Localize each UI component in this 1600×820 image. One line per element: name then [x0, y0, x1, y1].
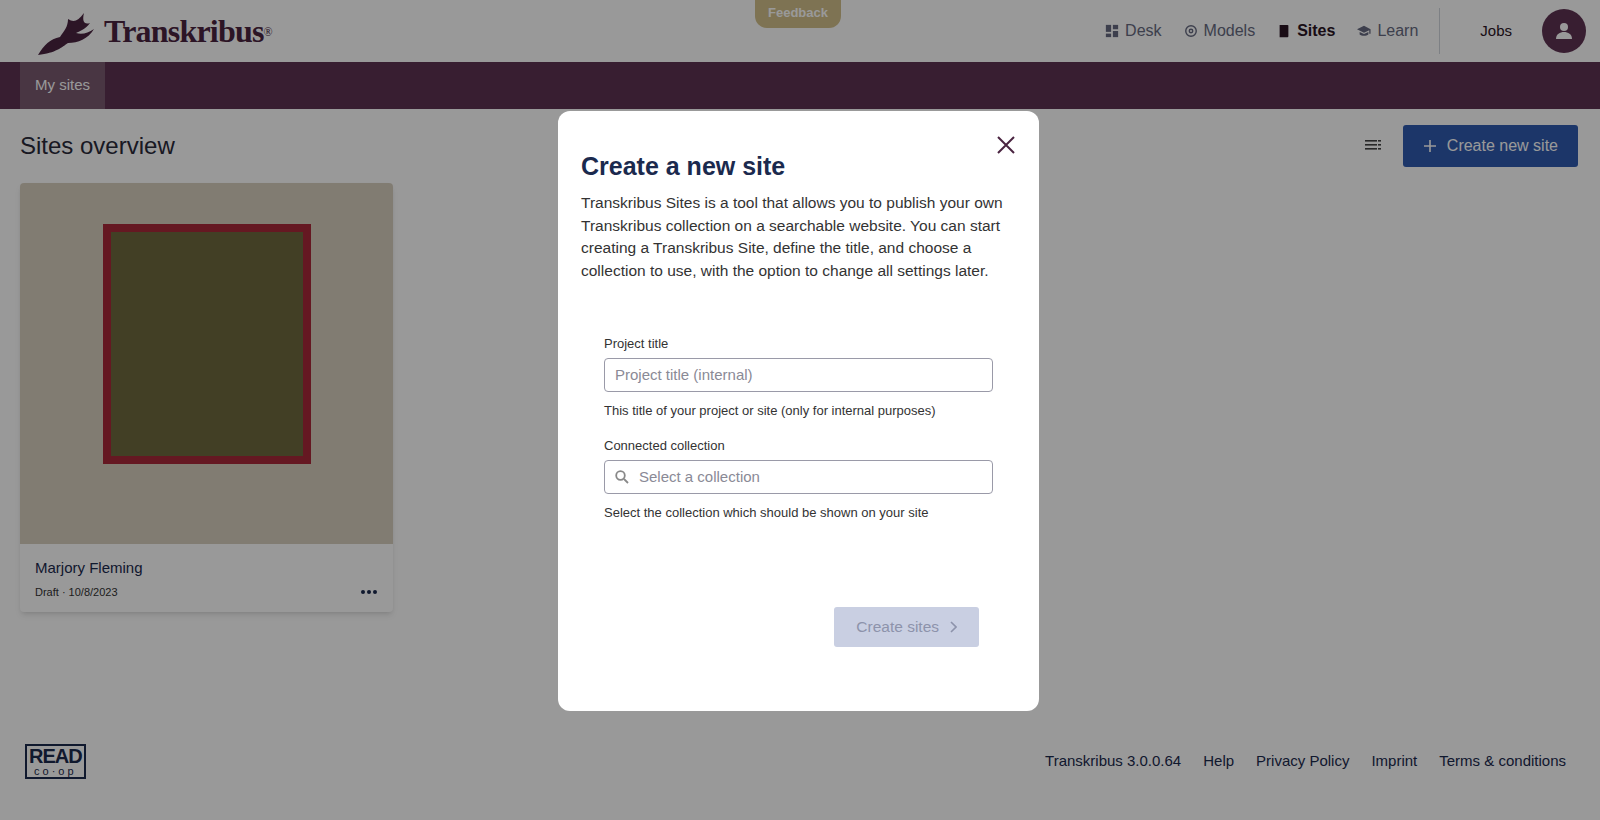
field-label: Connected collection — [604, 436, 993, 456]
form-field: Project title Project title (internal) Thi… — [604, 334, 993, 420]
page: Transkribus®DeskModelsSitesLearnJobsFeed… — [0, 0, 1600, 820]
field-input[interactable]: Project title (internal) — [604, 358, 993, 392]
chevron-right-icon — [949, 621, 957, 633]
create-sites-button[interactable]: Create sites — [834, 607, 979, 646]
dialog-description: Transkribus Sites is a tool that allows … — [581, 192, 1016, 282]
create-site-dialog: Create a new site Transkribus Sites is a … — [558, 111, 1039, 711]
form-field: Connected collection Select a collection S… — [604, 436, 993, 522]
form: Project title Project title (internal) Thi… — [581, 334, 1016, 522]
search-icon — [615, 470, 629, 484]
dialog-title: Create a new site — [581, 151, 1016, 182]
field-label: Project title — [604, 334, 993, 354]
close-icon[interactable] — [996, 135, 1016, 155]
field-help: This title of your project or site (only… — [604, 401, 993, 421]
field-help: Select the collection which should be sh… — [604, 503, 993, 523]
field-input[interactable]: Select a collection — [604, 460, 993, 494]
